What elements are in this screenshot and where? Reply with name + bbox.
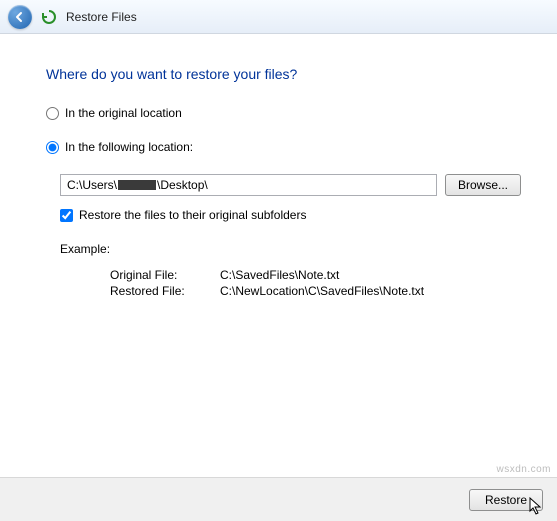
back-button[interactable] — [8, 5, 32, 29]
radio-original-location[interactable]: In the original location — [46, 106, 521, 120]
example-original-label: Original File: — [110, 268, 220, 282]
example-restored-label: Restored File: — [110, 284, 220, 298]
path-prefix: C:\Users\ — [67, 178, 117, 192]
path-suffix: \Desktop\ — [157, 178, 208, 192]
following-location-subarea: C:\Users\ \Desktop\ Browse... Restore the… — [46, 174, 521, 298]
subfolders-checkbox-row[interactable]: Restore the files to their original subf… — [60, 208, 521, 222]
window-title: Restore Files — [66, 10, 137, 24]
radio-following-input[interactable] — [46, 141, 59, 154]
subfolders-label: Restore the files to their original subf… — [79, 208, 306, 222]
back-arrow-icon — [14, 11, 26, 23]
content-area: Where do you want to restore your files?… — [0, 34, 557, 308]
example-grid: Original File: C:\SavedFiles\Note.txt Re… — [110, 268, 521, 298]
browse-button[interactable]: Browse... — [445, 174, 521, 196]
watermark: wsxdn.com — [496, 464, 551, 475]
subfolders-checkbox[interactable] — [60, 209, 73, 222]
example-heading: Example: — [60, 242, 521, 256]
path-row: C:\Users\ \Desktop\ Browse... — [60, 174, 521, 196]
titlebar: Restore Files — [0, 0, 557, 34]
radio-following-location[interactable]: In the following location: — [46, 140, 521, 154]
radio-original-input[interactable] — [46, 107, 59, 120]
restore-button[interactable]: Restore — [469, 489, 543, 511]
path-redacted — [118, 180, 156, 190]
footer: Restore — [0, 477, 557, 521]
restore-icon — [40, 8, 58, 26]
page-heading: Where do you want to restore your files? — [46, 66, 521, 82]
radio-following-label: In the following location: — [65, 140, 193, 154]
example-original-value: C:\SavedFiles\Note.txt — [220, 268, 521, 282]
radio-original-label: In the original location — [65, 106, 182, 120]
path-input[interactable]: C:\Users\ \Desktop\ — [60, 174, 437, 196]
example-restored-value: C:\NewLocation\C\SavedFiles\Note.txt — [220, 284, 521, 298]
